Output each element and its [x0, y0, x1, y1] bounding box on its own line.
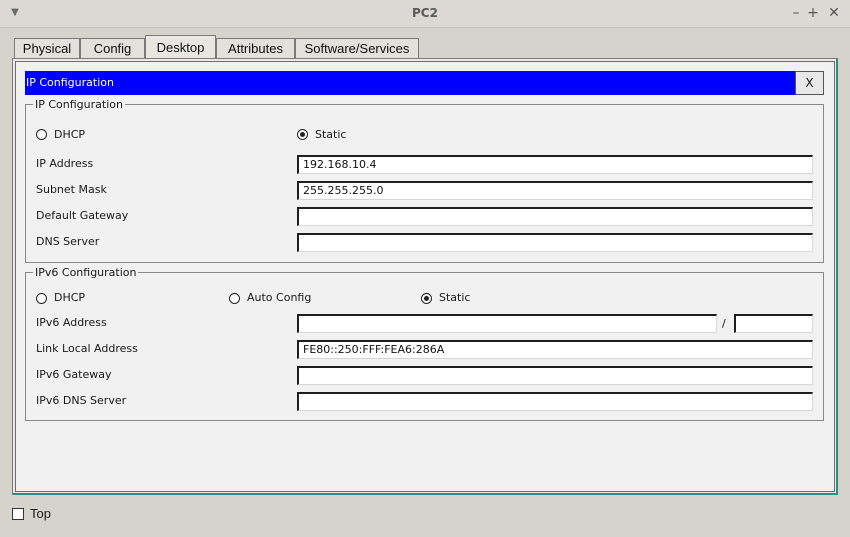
ip-configuration-title: IP Configuration: [25, 71, 795, 95]
tab-software-services[interactable]: Software/Services: [295, 38, 419, 58]
ipv4-dhcp-label: DHCP: [54, 128, 86, 141]
minimize-icon[interactable]: –: [788, 5, 804, 21]
top-checkbox[interactable]: [12, 508, 24, 520]
ipv4-static-radio[interactable]: [297, 129, 308, 140]
tab-attributes[interactable]: Attributes: [216, 38, 295, 58]
ipv6-gateway-field[interactable]: [297, 366, 813, 385]
ipv6-dhcp-label: DHCP: [54, 291, 86, 304]
top-label: Top: [30, 506, 51, 521]
default-gateway-field[interactable]: [297, 207, 813, 226]
subnet-mask-label: Subnet Mask: [36, 183, 107, 196]
ipv6-address-label: IPv6 Address: [36, 316, 107, 329]
ipv6-static-label: Static: [439, 291, 471, 304]
close-window-icon[interactable]: ✕: [826, 5, 842, 21]
ipv6-address-field[interactable]: [297, 314, 717, 333]
default-gateway-label: Default Gateway: [36, 209, 129, 222]
ipv6-prefix-slash: /: [722, 317, 726, 330]
subnet-mask-field[interactable]: 255.255.255.0: [297, 181, 813, 200]
ipv6-auto-config-radio[interactable]: [229, 293, 240, 304]
maximize-icon[interactable]: +: [805, 5, 821, 21]
tab-config[interactable]: Config: [80, 38, 145, 58]
tab-desktop[interactable]: Desktop: [145, 35, 216, 59]
close-button[interactable]: X: [795, 71, 824, 95]
ipv6-gateway-label: IPv6 Gateway: [36, 368, 112, 381]
ipv6-prefix-length-field[interactable]: [734, 314, 813, 333]
dns-server-field[interactable]: [297, 233, 813, 252]
ipv6-legend: IPv6 Configuration: [33, 266, 139, 279]
window-title: PC2: [412, 6, 438, 20]
ip-address-field[interactable]: 192.168.10.4: [297, 155, 813, 174]
ipv6-static-radio[interactable]: [421, 293, 432, 304]
link-local-address-field[interactable]: FE80::250:FFF:FEA6:286A: [297, 340, 813, 359]
ipv6-dhcp-radio[interactable]: [36, 293, 47, 304]
ipv4-dhcp-radio[interactable]: [36, 129, 47, 140]
dns-server-label: DNS Server: [36, 235, 100, 248]
ipv4-legend: IP Configuration: [33, 98, 125, 111]
ipv6-auto-config-label: Auto Config: [247, 291, 312, 304]
ip-address-label: IP Address: [36, 157, 94, 170]
tab-physical[interactable]: Physical: [14, 38, 80, 58]
ipv6-dns-server-label: IPv6 DNS Server: [36, 394, 127, 407]
ipv6-dns-server-field[interactable]: [297, 392, 813, 411]
link-local-address-label: Link Local Address: [36, 342, 138, 355]
ipv4-static-label: Static: [315, 128, 347, 141]
